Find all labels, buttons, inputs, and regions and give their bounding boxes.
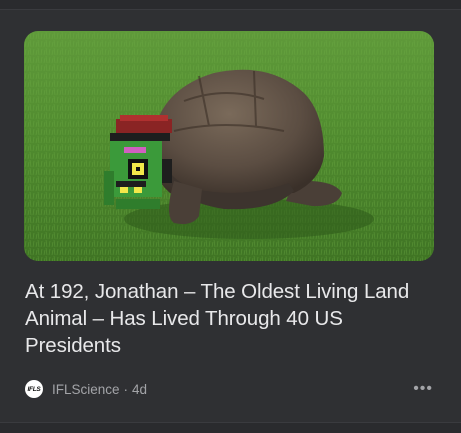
source-logo-text: IFLS bbox=[27, 385, 41, 393]
article-thumbnail[interactable] bbox=[24, 31, 434, 261]
article-meta: IFLS IFLScience · 4d ••• bbox=[25, 379, 435, 399]
tortoise-image bbox=[24, 31, 434, 261]
meta-separator: · bbox=[123, 381, 129, 397]
article-card[interactable]: At 192, Jonathan – The Oldest Living Lan… bbox=[0, 10, 461, 422]
article-headline[interactable]: At 192, Jonathan – The Oldest Living Lan… bbox=[25, 278, 435, 359]
more-horizontal-icon[interactable]: ••• bbox=[411, 380, 435, 398]
source-name[interactable]: IFLScience bbox=[52, 382, 120, 397]
source-logo[interactable]: IFLS bbox=[25, 380, 43, 398]
divider-top bbox=[0, 0, 461, 10]
divider-bottom bbox=[0, 422, 461, 433]
article-age: 4d bbox=[132, 381, 148, 397]
feed-frame: At 192, Jonathan – The Oldest Living Lan… bbox=[0, 0, 461, 433]
